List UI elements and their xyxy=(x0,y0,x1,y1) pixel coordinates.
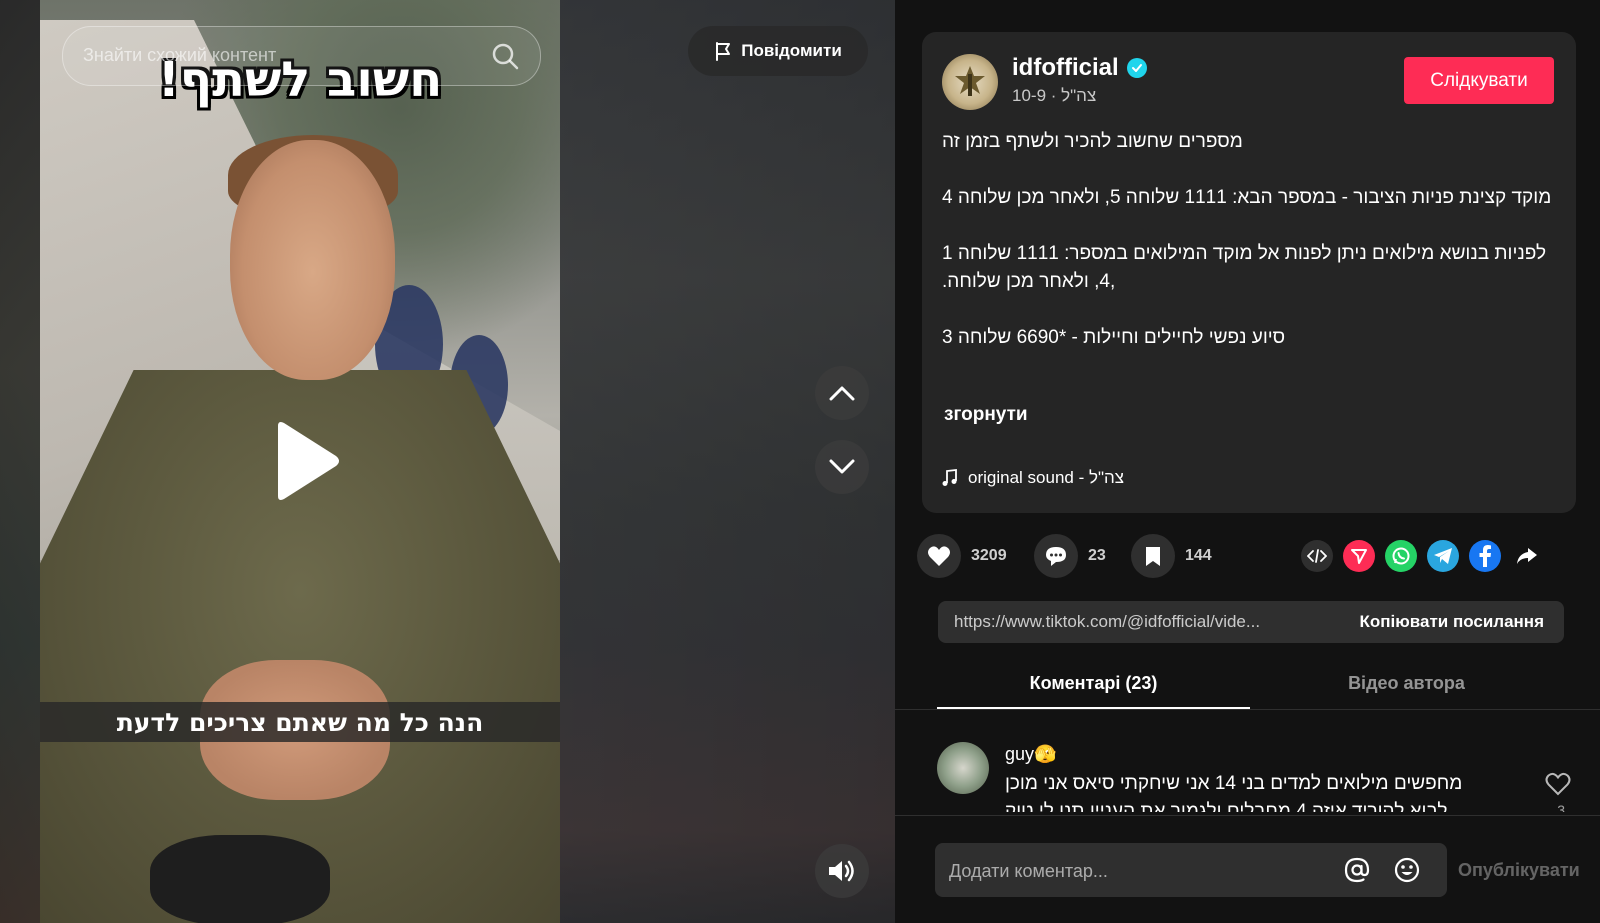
follow-button[interactable]: Слідкувати xyxy=(1404,57,1554,104)
report-button[interactable]: Повідомити xyxy=(688,26,868,76)
whatsapp-share-button[interactable] xyxy=(1385,540,1417,572)
video-overlay-caption: הנה כל מה שאתם צריכים לדעת xyxy=(116,708,484,737)
tabs-divider xyxy=(895,709,1600,710)
search-input[interactable]: Знайти схожий контент xyxy=(83,45,276,66)
action-bar: 3209 23 144 xyxy=(917,534,1557,580)
description-line: לפניות בנושא מילואים ניתן לפנות אל מוקד … xyxy=(942,243,1547,292)
comment-item: guy🫣 מחפשים מילואים למדים בני 14 אני שיח… xyxy=(937,740,1577,812)
telegram-icon xyxy=(1434,548,1452,564)
save-count: 144 xyxy=(1185,547,1212,564)
music-note-icon xyxy=(942,469,957,486)
embed-code-icon xyxy=(1307,549,1327,563)
comment-tabs: Коментарі (23) Відео автора xyxy=(937,662,1563,710)
heart-icon xyxy=(928,546,950,566)
comment-like-count: 3 xyxy=(1557,802,1565,812)
post-info-card: idfofficial צה"ל · 10-9 Слідкувати מספרי… xyxy=(922,32,1576,513)
embed-button[interactable] xyxy=(1301,540,1333,572)
comment-input[interactable] xyxy=(947,857,1321,885)
previous-video-button[interactable] xyxy=(815,366,869,420)
description-line: מספרים שחשוב להכיר ולשתף בזמן זה xyxy=(942,131,1243,152)
commenter-username[interactable]: guy🫣 xyxy=(1005,744,1056,765)
share-arrow-icon xyxy=(1517,548,1537,564)
author-avatar[interactable] xyxy=(942,54,998,110)
comment-text: מחפשים מילואים למדים בני 14 אני שיחקתי ס… xyxy=(1005,773,1463,812)
like-action[interactable]: 3209 xyxy=(917,534,1007,578)
tab-creator-videos[interactable]: Відео автора xyxy=(1250,662,1563,710)
comment-button[interactable] xyxy=(1034,534,1078,578)
bookmark-icon xyxy=(1146,547,1160,566)
facebook-share-button[interactable] xyxy=(1469,540,1501,572)
send-to-friends-button[interactable] xyxy=(1343,540,1375,572)
copy-link-box: https://www.tiktok.com/@idfofficial/vide… xyxy=(938,601,1564,643)
comment-count: 23 xyxy=(1088,547,1106,564)
search-icon[interactable] xyxy=(490,41,520,71)
chevron-up-icon xyxy=(829,386,855,401)
verified-badge-icon xyxy=(1126,58,1147,78)
flag-icon xyxy=(716,42,731,61)
side-panel: idfofficial צה"ל · 10-9 Слідкувати מספרי… xyxy=(895,0,1600,923)
search-bar[interactable]: Знайти схожий контент xyxy=(62,26,541,86)
description-line: סיוע נפשי לחיילים וחיילות - *6690 שלוחה … xyxy=(942,327,1286,348)
report-label: Повідомити xyxy=(741,41,842,60)
sound-link[interactable]: original sound - צה"ל xyxy=(942,468,1124,488)
author-name-row[interactable]: idfofficial xyxy=(1012,54,1147,82)
comment-input-divider xyxy=(895,815,1600,816)
paper-plane-icon xyxy=(1351,549,1367,564)
collapse-description-button[interactable]: згорнути xyxy=(944,404,1028,426)
video-scene-boot xyxy=(150,835,330,923)
commenter-avatar[interactable] xyxy=(937,742,989,794)
mention-icon[interactable] xyxy=(1343,856,1371,884)
emoji-icon[interactable] xyxy=(1393,856,1421,884)
video-scene-face xyxy=(230,140,395,380)
video-url[interactable]: https://www.tiktok.com/@idfofficial/vide… xyxy=(954,612,1314,632)
facebook-icon xyxy=(1479,545,1491,567)
speaker-icon xyxy=(829,860,854,882)
tab-comments[interactable]: Коментарі (23) xyxy=(937,662,1250,710)
save-button[interactable] xyxy=(1131,534,1175,578)
post-comment-button[interactable]: Опублікувати xyxy=(1458,860,1580,881)
comment-action[interactable]: 23 xyxy=(1034,534,1106,578)
whatsapp-icon xyxy=(1392,547,1410,565)
like-count: 3209 xyxy=(971,547,1007,564)
like-button[interactable] xyxy=(917,534,961,578)
sound-name[interactable]: original sound - צה"ל xyxy=(968,468,1124,488)
video-area: חשוב לשתף! הנה כל מה שאתם צריכים לדעת Зн… xyxy=(0,0,895,923)
author-username[interactable]: idfofficial xyxy=(1012,54,1119,82)
blurred-background-left xyxy=(0,0,42,923)
volume-button[interactable] xyxy=(815,844,869,898)
description-line: מוקד קצינת פניות הציבור - במספר הבא: 111… xyxy=(942,187,1552,208)
comment-heart-icon[interactable] xyxy=(1545,772,1571,796)
author-meta: צה"ל · 10-9 xyxy=(1012,86,1097,105)
telegram-share-button[interactable] xyxy=(1427,540,1459,572)
comment-input-box xyxy=(935,843,1447,897)
comment-bubble-icon xyxy=(1046,547,1066,566)
post-description: מספרים שחשוב להכיר ולשתף בזמן זה מוקד קצ… xyxy=(942,128,1557,380)
play-icon[interactable] xyxy=(270,420,342,502)
idf-logo-icon xyxy=(955,66,985,96)
next-video-button[interactable] xyxy=(815,440,869,494)
more-share-button[interactable] xyxy=(1511,540,1543,572)
save-action[interactable]: 144 xyxy=(1131,534,1212,578)
chevron-down-icon xyxy=(829,459,855,474)
copy-link-button[interactable]: Копіювати посилання xyxy=(1360,612,1545,632)
